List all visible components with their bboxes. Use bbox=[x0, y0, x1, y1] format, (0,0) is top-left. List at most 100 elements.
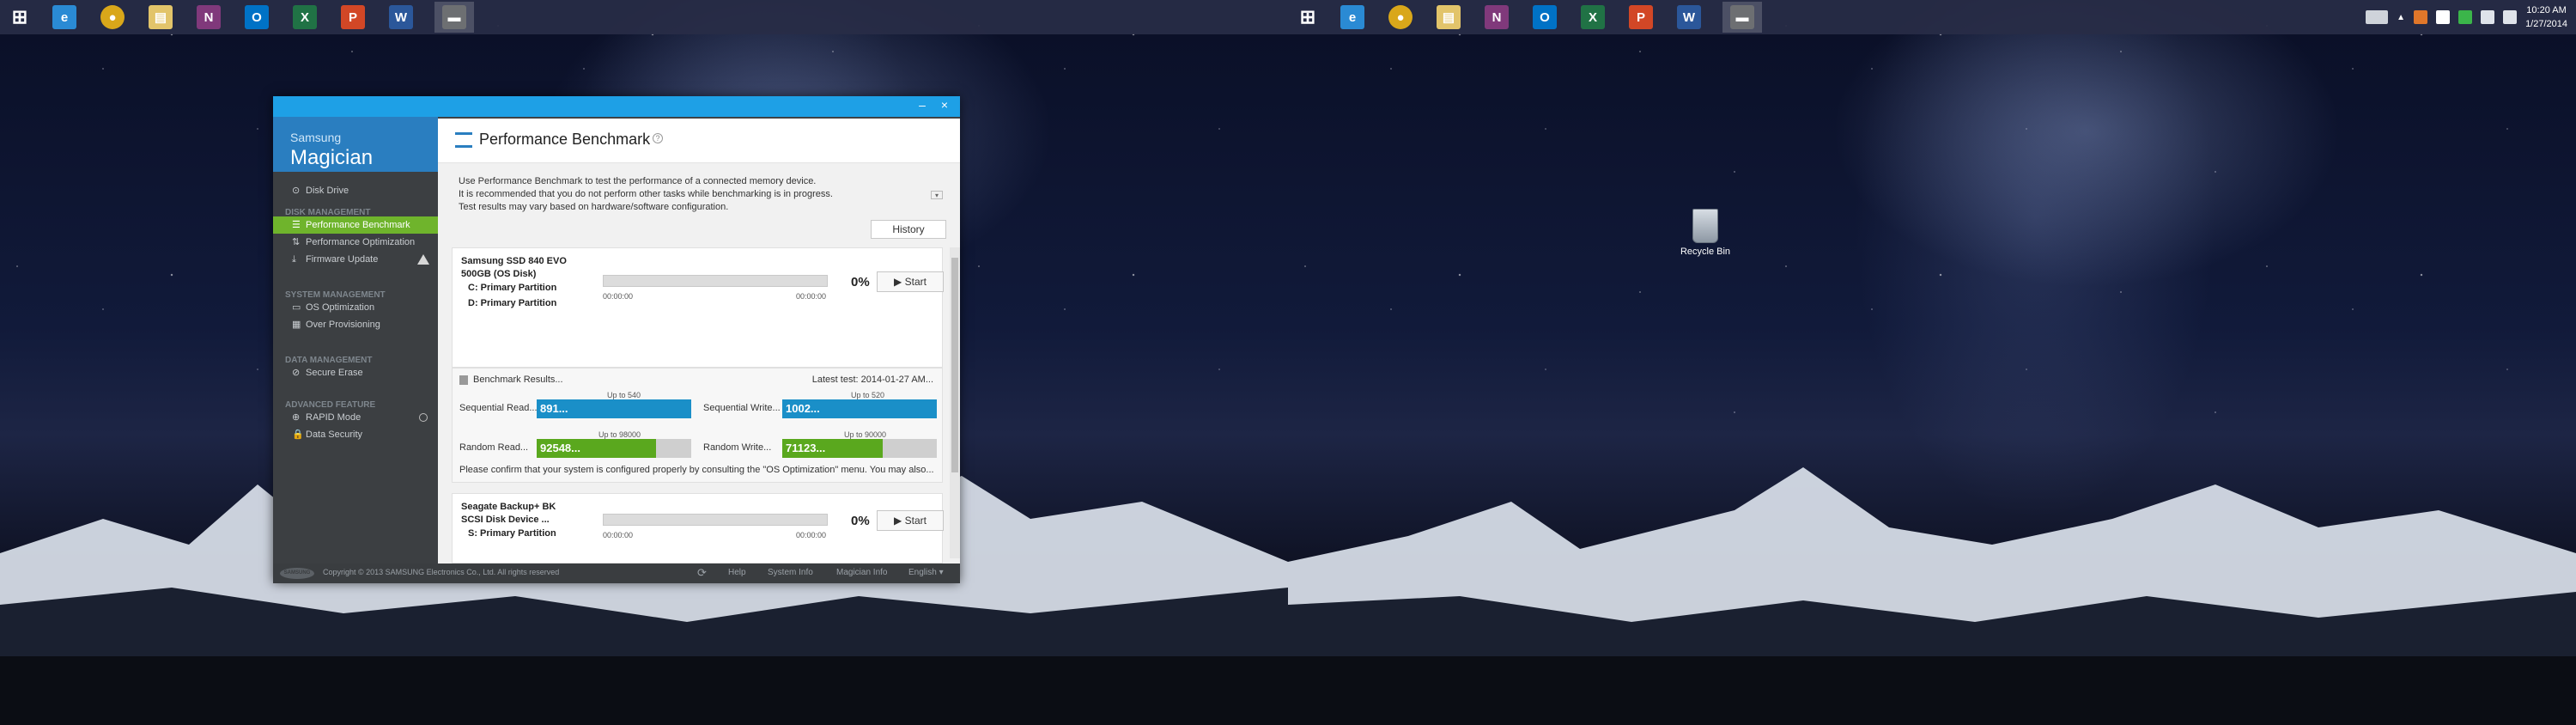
sidebar-item-label: Secure Erase bbox=[306, 368, 363, 378]
title-bar[interactable]: – × bbox=[273, 96, 960, 117]
seq-read-label: Sequential Read... bbox=[459, 403, 538, 413]
start-button[interactable]: ▶ Start bbox=[877, 510, 944, 531]
clock-time: 10:20 AM bbox=[2526, 5, 2567, 15]
taskbar-excel[interactable]: X bbox=[1573, 2, 1613, 33]
seq-read-value: 891... bbox=[537, 399, 691, 418]
confirm-message: Please confirm that your system is confi… bbox=[459, 465, 934, 475]
chrome-icon: ● bbox=[100, 5, 125, 29]
sidebar-item-rapid-mode[interactable]: ⊕ RAPID Mode bbox=[273, 409, 438, 426]
magician-info-link[interactable]: Magician Info bbox=[836, 568, 887, 577]
mountain-silhouette bbox=[1288, 467, 2576, 725]
rapid-toggle[interactable] bbox=[419, 413, 428, 422]
flag-icon[interactable] bbox=[2436, 10, 2451, 24]
taskbar-powerpoint[interactable]: P bbox=[333, 2, 373, 33]
latest-test: Latest test: 2014-01-27 AM... bbox=[811, 375, 933, 385]
close-button[interactable]: × bbox=[936, 98, 953, 113]
taskbar-magician[interactable]: ▬ bbox=[1722, 2, 1762, 33]
language-dropdown[interactable]: English ▾ bbox=[908, 568, 944, 577]
disk-name-line: Seagate Backup+ BK bbox=[461, 502, 556, 512]
start-button[interactable]: ▶ Start bbox=[877, 271, 944, 292]
time-end: 00:00:00 bbox=[796, 292, 827, 301]
rand-write-bar: 71123... bbox=[782, 439, 937, 458]
disk-icon: ⊙ bbox=[292, 186, 301, 196]
rand-read-upto: Up to 98000 bbox=[598, 430, 641, 439]
taskbar-explorer[interactable]: ▤ bbox=[1429, 2, 1468, 33]
sidebar-item-performance-benchmark[interactable]: ☰ Performance Benchmark bbox=[273, 216, 438, 234]
main-panel: Performance Benchmark ? Use Performance … bbox=[438, 119, 960, 564]
collapse-chevron-icon[interactable]: ▾ bbox=[931, 191, 943, 199]
results-icon bbox=[459, 375, 468, 385]
word-icon: W bbox=[1677, 5, 1701, 29]
volume-icon[interactable] bbox=[2503, 10, 2518, 24]
keyboard-icon[interactable] bbox=[2366, 10, 2389, 24]
taskbar-ie[interactable]: e bbox=[1333, 2, 1372, 33]
network-icon[interactable] bbox=[2458, 10, 2473, 24]
taskbar-ie[interactable]: e bbox=[45, 2, 84, 33]
partition-s: S: Primary Partition bbox=[468, 528, 556, 539]
taskbar-excel[interactable]: X bbox=[285, 2, 325, 33]
tray-expand-icon[interactable]: ▲ bbox=[2397, 13, 2405, 22]
description: Use Performance Benchmark to test the pe… bbox=[459, 175, 833, 214]
taskbar-chrome[interactable]: ● bbox=[1381, 2, 1420, 33]
progress-bar bbox=[603, 514, 828, 526]
windows-logo-icon: ⊞ bbox=[1299, 6, 1316, 27]
windows-logo-icon: ⊞ bbox=[11, 6, 28, 27]
sidebar-item-over-provisioning[interactable]: ▦ Over Provisioning bbox=[273, 316, 438, 333]
excel-icon: X bbox=[1581, 5, 1605, 29]
sidebar-item-performance-optimization[interactable]: ⇅ Performance Optimization bbox=[273, 234, 438, 251]
clock[interactable]: 10:20 AM 1/27/2014 bbox=[2525, 3, 2567, 31]
magician-window: – × Samsung Magician ⊙ Disk Drive DISK MA… bbox=[273, 96, 960, 583]
wifi-icon[interactable] bbox=[2481, 10, 2495, 24]
panel-header: Performance Benchmark ? bbox=[438, 119, 960, 163]
benchmark-header-icon bbox=[455, 132, 472, 148]
start-button[interactable]: ⊞ bbox=[1288, 2, 1327, 33]
taskbar-onenote[interactable]: N bbox=[1477, 2, 1516, 33]
disk-name-line: SCSI Disk Device ... bbox=[461, 515, 550, 525]
system-info-link[interactable]: System Info bbox=[768, 568, 813, 577]
sidebar-item-data-security[interactable]: 🔒 Data Security bbox=[273, 426, 438, 443]
refresh-icon[interactable]: ⟳ bbox=[697, 566, 707, 580]
word-icon: W bbox=[389, 5, 413, 29]
chrome-icon: ● bbox=[1388, 5, 1413, 29]
brand-magician: Magician bbox=[290, 146, 374, 169]
erase-icon: ⊘ bbox=[292, 368, 301, 378]
taskbar-outlook[interactable]: O bbox=[237, 2, 276, 33]
recycle-bin[interactable]: Recycle Bin bbox=[1671, 209, 1740, 257]
onenote-icon: N bbox=[1485, 5, 1509, 29]
taskbar-chrome[interactable]: ● bbox=[93, 2, 132, 33]
taskbar-powerpoint[interactable]: P bbox=[1621, 2, 1661, 33]
time-start: 00:00:00 bbox=[603, 292, 634, 301]
help-link[interactable]: Help bbox=[728, 568, 746, 577]
taskbar-outlook[interactable]: O bbox=[1525, 2, 1564, 33]
sidebar-item-label: OS Optimization bbox=[306, 302, 375, 313]
taskbar-magician[interactable]: ▬ bbox=[434, 2, 474, 33]
taskbar-onenote[interactable]: N bbox=[189, 2, 228, 33]
sidebar-item-disk-drive[interactable]: ⊙ Disk Drive bbox=[273, 182, 438, 199]
minimize-button[interactable]: – bbox=[914, 98, 931, 113]
seq-read-bar: 891... bbox=[537, 399, 691, 418]
copyright: Copyright © 2013 SAMSUNG Electronics Co.… bbox=[323, 568, 560, 576]
excel-icon: X bbox=[293, 5, 317, 29]
sidebar-item-os-optimization[interactable]: ▭ OS Optimization bbox=[273, 299, 438, 316]
start-button[interactable]: ⊞ bbox=[0, 2, 39, 33]
grid-icon: ▦ bbox=[292, 320, 301, 330]
history-button[interactable]: History bbox=[871, 220, 946, 239]
app-tray-icon[interactable] bbox=[2414, 10, 2428, 24]
scrollbar[interactable] bbox=[950, 247, 960, 558]
warning-icon bbox=[417, 254, 429, 265]
help-icon[interactable]: ? bbox=[653, 133, 663, 143]
taskbar-word[interactable]: W bbox=[381, 2, 421, 33]
sidebar-item-label: Data Security bbox=[306, 430, 363, 440]
rand-write-value: 71123... bbox=[782, 439, 883, 458]
sidebar-item-secure-erase[interactable]: ⊘ Secure Erase bbox=[273, 364, 438, 381]
left-monitor: ⊞ e ● ▤ N O X P W ▬ – × Samsung Magician… bbox=[0, 0, 1288, 725]
taskbar-word[interactable]: W bbox=[1669, 2, 1709, 33]
system-tray: ▲ 10:20 AM 1/27/2014 bbox=[2366, 0, 2576, 34]
rand-read-label: Random Read... bbox=[459, 442, 529, 453]
taskbar-explorer[interactable]: ▤ bbox=[141, 2, 180, 33]
stars bbox=[1288, 0, 2576, 467]
sidebar-item-firmware-update[interactable]: ⤓ Firmware Update bbox=[273, 251, 438, 268]
desc-line: It is recommended that you do not perfor… bbox=[459, 189, 833, 199]
disk-name-line: 500GB (OS Disk) bbox=[461, 269, 537, 279]
scrollbar-thumb[interactable] bbox=[951, 258, 958, 472]
